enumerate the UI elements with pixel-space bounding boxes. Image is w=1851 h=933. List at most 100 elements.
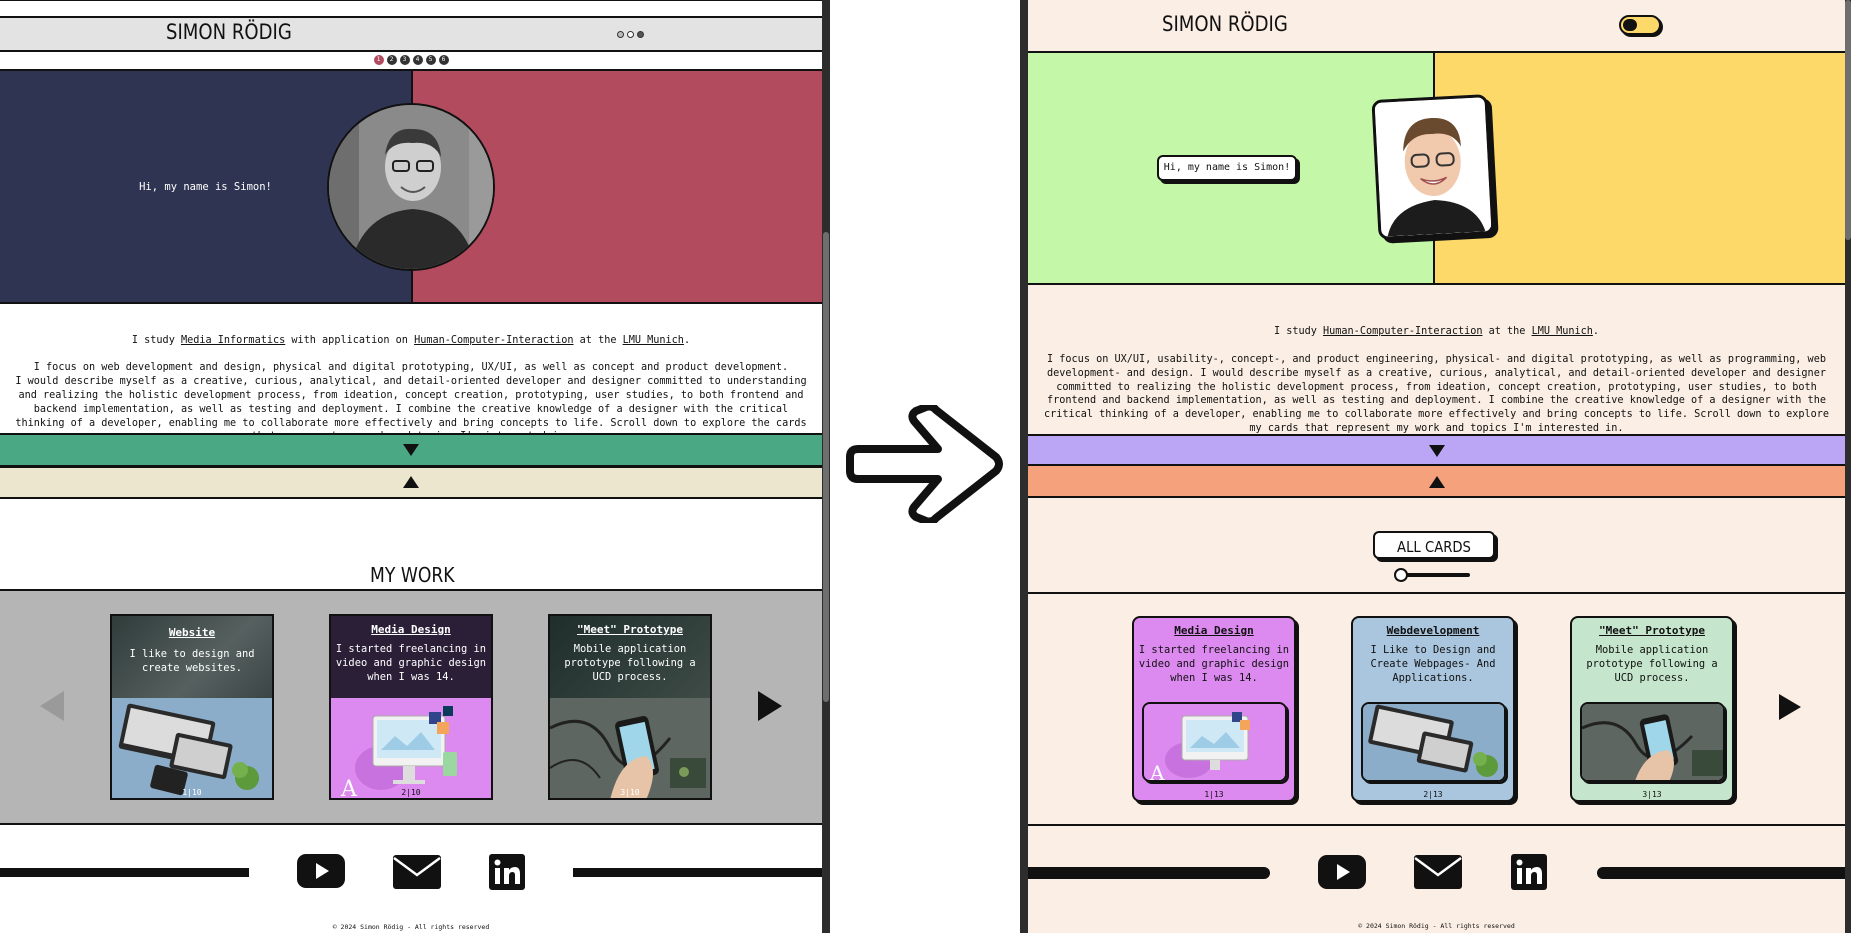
link-lmu[interactable]: LMU Munich bbox=[1532, 326, 1593, 337]
footer-line bbox=[1597, 867, 1845, 879]
card-description: I started freelancing in video and graph… bbox=[335, 643, 487, 683]
divider bbox=[1028, 824, 1845, 826]
profile-photo bbox=[327, 103, 495, 271]
bio-text-segment: I study bbox=[1273, 325, 1324, 337]
old-version-panel: SIMON RÖDIG 1 2 3 4 5 6 Hi, my name is S… bbox=[0, 0, 822, 933]
header-bar: SIMON RÖDIG bbox=[1028, 0, 1845, 51]
mail-icon[interactable] bbox=[393, 855, 441, 893]
theme-dot[interactable] bbox=[617, 31, 624, 38]
theme-dot[interactable] bbox=[637, 31, 644, 38]
page-dot[interactable]: 4 bbox=[412, 55, 423, 65]
carousel-prev-icon[interactable] bbox=[40, 691, 64, 721]
bio-text-segment: . bbox=[683, 334, 691, 346]
card-header: Website I like to design and create webs… bbox=[112, 616, 272, 698]
card-slider-handle[interactable] bbox=[1394, 568, 1408, 582]
scrollbar-thumb[interactable] bbox=[823, 232, 829, 702]
page-dot[interactable]: 3 bbox=[399, 55, 410, 65]
scrollbar[interactable] bbox=[822, 0, 830, 933]
card-image-media-design: A bbox=[331, 698, 491, 798]
footer-copyright: © 2024 Simon Rödig - All rights reserved bbox=[332, 923, 490, 931]
bio-text: I study Human-Computer-Interaction at th… bbox=[1028, 311, 1845, 450]
page-dot[interactable]: 2 bbox=[386, 55, 397, 65]
card-slider-track[interactable] bbox=[1398, 573, 1470, 577]
card-number: 2|10 bbox=[401, 788, 421, 797]
arrow-right-icon bbox=[846, 405, 1003, 523]
link-hci[interactable]: Human-Computer-Interaction bbox=[414, 335, 573, 346]
all-cards-button[interactable]: ALL CARDS bbox=[1373, 531, 1495, 559]
card-carousel: Website I like to design and create webs… bbox=[0, 591, 822, 823]
all-cards-label: ALL CARDS bbox=[1397, 538, 1471, 556]
linkedin-icon[interactable] bbox=[1511, 854, 1547, 894]
footer-line bbox=[0, 868, 249, 877]
bio-text-segment: . bbox=[1592, 325, 1600, 337]
work-card[interactable]: Media Design I started freelancing in vi… bbox=[1132, 616, 1296, 802]
card-number: 1|13 bbox=[1204, 790, 1224, 799]
divider bbox=[1028, 592, 1845, 594]
work-card[interactable]: Webdevelopment I Like to Design and Crea… bbox=[1351, 616, 1515, 802]
work-card[interactable]: Website I like to design and create webs… bbox=[110, 614, 274, 800]
theme-toggle[interactable] bbox=[617, 31, 644, 38]
card-image-prototype bbox=[1580, 702, 1725, 782]
bio-text-segment: at the bbox=[1482, 325, 1532, 337]
theme-toggle[interactable] bbox=[1619, 15, 1661, 35]
carousel-next-icon[interactable] bbox=[1779, 694, 1801, 720]
link-hci[interactable]: Human-Computer-Interaction bbox=[1323, 326, 1482, 337]
link-lmu[interactable]: LMU Munich bbox=[623, 335, 684, 346]
card-image-website bbox=[1361, 702, 1506, 782]
site-logo[interactable]: SIMON RÖDIG bbox=[1162, 12, 1288, 36]
mail-icon[interactable] bbox=[1414, 855, 1462, 893]
footer-line bbox=[1028, 867, 1270, 879]
collapse-up-bar[interactable] bbox=[1028, 466, 1845, 496]
card-number: 1|10 bbox=[182, 788, 202, 797]
card-description: Mobile application prototype following a… bbox=[564, 643, 696, 683]
site-logo[interactable]: SIMON RÖDIG bbox=[166, 20, 292, 44]
card-title: Media Design bbox=[1174, 624, 1254, 637]
work-card[interactable]: Media Design I started freelancing in vi… bbox=[329, 614, 493, 800]
divider bbox=[0, 497, 822, 499]
header-bar: SIMON RÖDIG bbox=[0, 18, 822, 50]
work-card[interactable]: "Meet" Prototype Mobile application prot… bbox=[1570, 616, 1734, 802]
card-title: "Meet" Prototype bbox=[577, 623, 683, 636]
triangle-up-icon bbox=[403, 476, 419, 488]
divider bbox=[0, 823, 822, 825]
greeting-badge: Hi, my name is Simon! bbox=[1157, 155, 1297, 181]
linkedin-icon[interactable] bbox=[489, 854, 525, 894]
bio-text-segment: with application on bbox=[285, 334, 415, 346]
theme-dot[interactable] bbox=[627, 31, 634, 38]
youtube-icon[interactable] bbox=[297, 854, 345, 892]
scrollbar[interactable] bbox=[1845, 0, 1851, 933]
divider bbox=[1028, 496, 1845, 498]
card-description: I started freelancing in video and graph… bbox=[1138, 644, 1290, 684]
page-dot[interactable]: 6 bbox=[438, 55, 449, 65]
new-version-panel: SIMON RÖDIG Hi, my name is Simon! I stud… bbox=[1028, 0, 1845, 933]
toggle-knob bbox=[1623, 19, 1637, 31]
youtube-icon[interactable] bbox=[1318, 855, 1366, 893]
scrollbar-thumb[interactable] bbox=[1845, 0, 1851, 240]
link-media-informatics[interactable]: Media Informatics bbox=[181, 335, 285, 346]
hero-right-block bbox=[1435, 53, 1845, 283]
triangle-down-icon bbox=[403, 444, 419, 456]
expand-down-bar[interactable] bbox=[0, 435, 822, 465]
card-description: Mobile application prototype following a… bbox=[1586, 644, 1718, 684]
page-dot[interactable]: 5 bbox=[425, 55, 436, 65]
card-image-media-design: A bbox=[1142, 702, 1287, 782]
section-title: MY WORK bbox=[370, 563, 455, 587]
panel-border bbox=[1020, 0, 1028, 933]
card-header: "Meet" Prototype Mobile application prot… bbox=[550, 616, 710, 698]
expand-down-bar[interactable] bbox=[1028, 436, 1845, 464]
card-title: Webdevelopment bbox=[1386, 624, 1480, 637]
triangle-up-icon bbox=[1428, 476, 1445, 488]
collapse-up-bar[interactable] bbox=[0, 468, 822, 497]
card-image-prototype bbox=[550, 698, 710, 798]
card-number: 3|13 bbox=[1642, 790, 1662, 799]
section-pagination: 1 2 3 4 5 6 bbox=[0, 52, 822, 68]
divider bbox=[0, 302, 822, 304]
footer-copyright: © 2024 Simon Rödig - All rights reserved bbox=[1358, 922, 1515, 930]
triangle-down-icon bbox=[1428, 445, 1445, 457]
carousel-next-icon[interactable] bbox=[758, 691, 782, 721]
page-dot[interactable]: 1 bbox=[373, 55, 384, 65]
work-card[interactable]: "Meet" Prototype Mobile application prot… bbox=[548, 614, 712, 800]
card-description: I Like to Design and Create Webpages- An… bbox=[1370, 644, 1496, 684]
card-title: Website bbox=[168, 626, 216, 639]
card-image-website bbox=[112, 698, 272, 798]
